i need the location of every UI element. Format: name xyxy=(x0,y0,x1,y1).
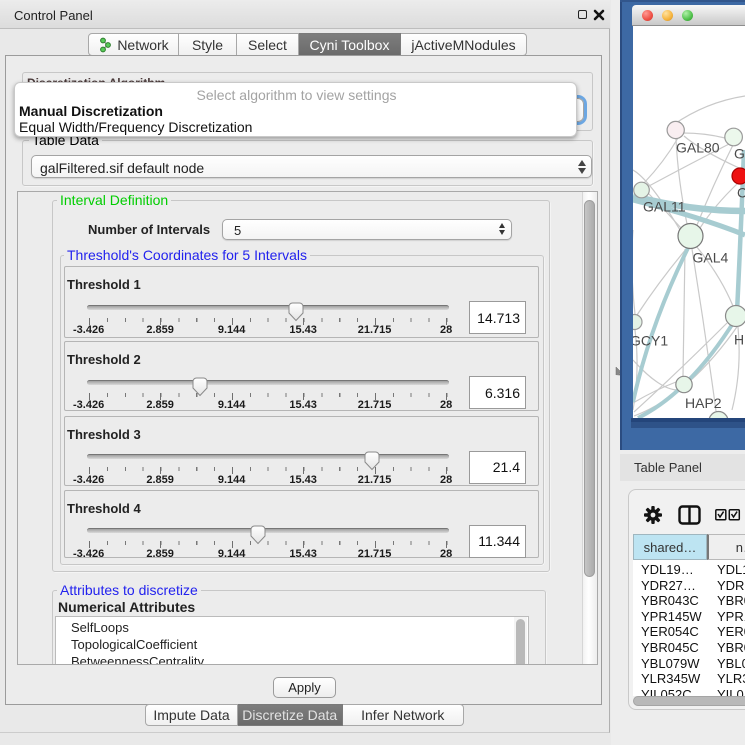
svg-text:H: H xyxy=(734,332,744,348)
svg-text:GAL80: GAL80 xyxy=(676,140,720,156)
svg-text:GCY1: GCY1 xyxy=(633,333,668,349)
svg-text:GAL11: GAL11 xyxy=(643,199,686,215)
svg-text:HAP2: HAP2 xyxy=(685,395,722,411)
svg-text:G…: G… xyxy=(734,146,745,162)
svg-text:GAL4: GAL4 xyxy=(693,250,729,266)
svg-text:C: C xyxy=(737,185,745,201)
